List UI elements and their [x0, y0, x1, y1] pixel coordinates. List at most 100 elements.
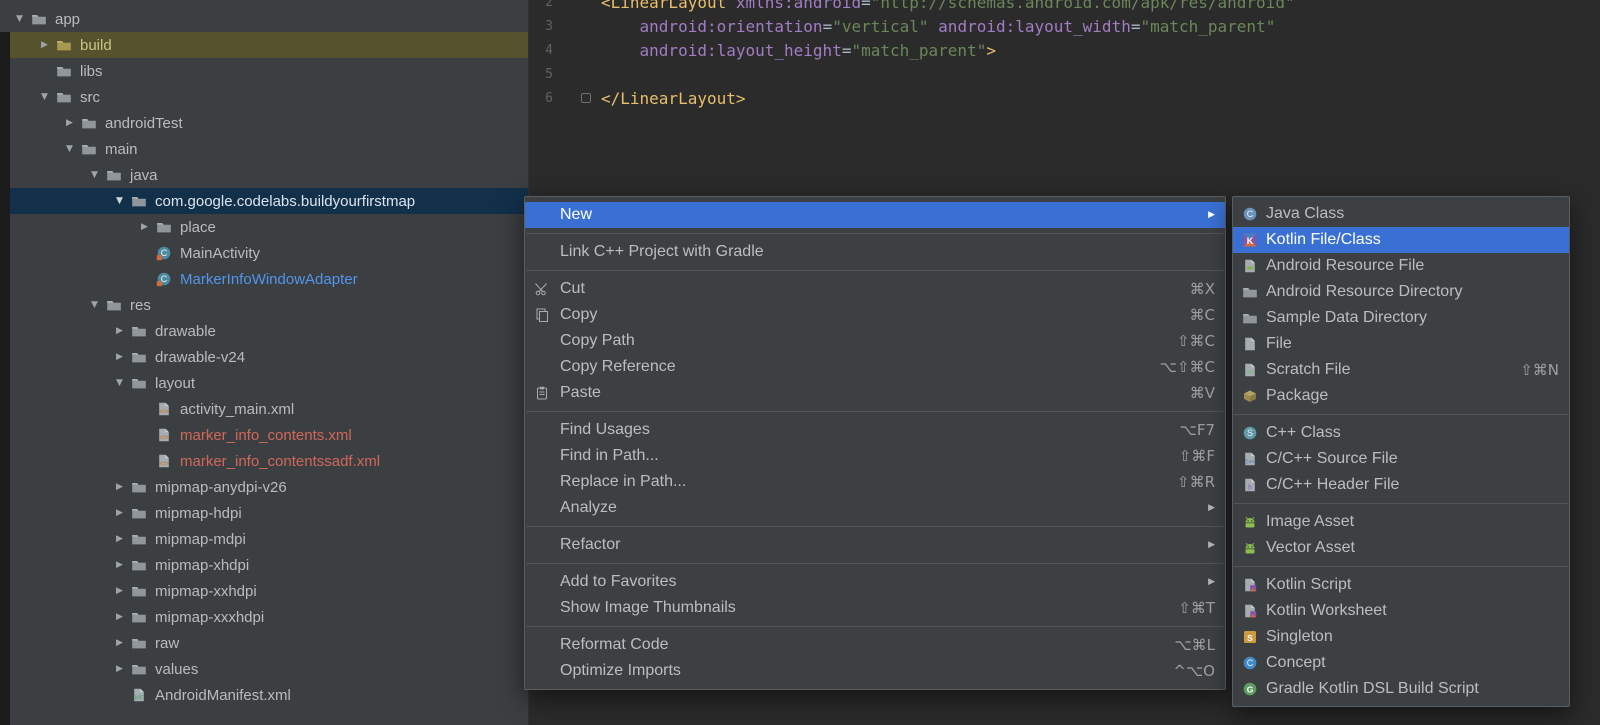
context-menu-item-find-usages[interactable]: Find Usages⌥F7: [525, 417, 1225, 443]
menu-item-label: Sample Data Directory: [1266, 309, 1427, 327]
tree-item-label: AndroidManifest.xml: [155, 687, 291, 704]
folder-icon: [131, 531, 153, 547]
context-menu-item-reformat-code[interactable]: Reformat Code⌥⌘L: [525, 632, 1225, 658]
tree-item-mainactivity[interactable]: CMainActivity: [0, 240, 528, 266]
menu-item-label: Add to Favorites: [560, 573, 677, 591]
tree-item-app[interactable]: ▼app: [0, 6, 528, 32]
tree-item-raw[interactable]: ▶raw: [0, 630, 528, 656]
submenu-item-kotlin-script[interactable]: Kotlin Script: [1233, 572, 1569, 598]
submenu-item-concept[interactable]: CConcept: [1233, 650, 1569, 676]
context-menu-item-new[interactable]: New▶: [525, 202, 1225, 228]
submenu-item-gradle-kotlin-dsl-build-script[interactable]: G Gradle Kotlin DSL Build Script: [1233, 676, 1569, 702]
context-menu-item-replace-in-path[interactable]: Replace in Path...⇧⌘R: [525, 469, 1225, 495]
tree-item-mipmap-xxhdpi[interactable]: ▶mipmap-xxhdpi: [0, 578, 528, 604]
tree-expand-arrow-icon[interactable]: ▶: [108, 534, 131, 544]
tree-expand-arrow-icon[interactable]: ▶: [33, 40, 56, 50]
tree-item-layout[interactable]: ▼layout: [0, 370, 528, 396]
tree-collapse-arrow-icon[interactable]: ▼: [83, 170, 106, 180]
context-menu-item-find-in-path[interactable]: Find in Path... ⇧⌘F: [525, 443, 1225, 469]
context-menu-item-show-image-thumbnails[interactable]: Show Image Thumbnails⇧⌘T: [525, 595, 1225, 621]
tree-item-libs[interactable]: libs: [0, 58, 528, 84]
tree-item-res[interactable]: ▼res: [0, 292, 528, 318]
context-menu-item-add-to-favorites[interactable]: Add to Favorites▶: [525, 569, 1225, 595]
context-menu-item-paste[interactable]: Paste⌘V: [525, 380, 1225, 406]
tree-collapse-arrow-icon[interactable]: ▼: [33, 92, 56, 102]
submenu-item-singleton[interactable]: SSingleton: [1233, 624, 1569, 650]
tree-expand-arrow-icon[interactable]: ▶: [108, 586, 131, 596]
fold-marker-icon[interactable]: [553, 86, 601, 110]
tree-item-androidmanifest-xml[interactable]: MFAndroidManifest.xml: [0, 682, 528, 708]
tree-item-mipmap-hdpi[interactable]: ▶mipmap-hdpi: [0, 500, 528, 526]
submenu-item-c-class[interactable]: SC++ Class: [1233, 420, 1569, 446]
editor-line[interactable]: 4 android:layout_height="match_parent">: [529, 38, 1600, 62]
tree-item-place[interactable]: ▶place: [0, 214, 528, 240]
tree-item-mipmap-anydpi-v26[interactable]: ▶mipmap-anydpi-v26: [0, 474, 528, 500]
svg-text:G: G: [1247, 684, 1254, 694]
tree-item-com-google-codelabs-buildyourfirstmap[interactable]: ▼com.google.codelabs.buildyourfirstmap: [0, 188, 528, 214]
submenu-item-c-c-source-file[interactable]: C++C/C++ Source File: [1233, 446, 1569, 472]
menu-shortcut: ⇧⌘F: [1179, 447, 1215, 465]
tree-expand-arrow-icon[interactable]: ▶: [58, 118, 81, 128]
submenu-item-c-c-header-file[interactable]: hC/C++ Header File: [1233, 472, 1569, 498]
tree-item-drawable[interactable]: ▶drawable: [0, 318, 528, 344]
context-menu-item-optimize-imports[interactable]: Optimize Imports^⌥O: [525, 658, 1225, 684]
context-menu-item-analyze[interactable]: Analyze▶: [525, 495, 1225, 521]
menu-separator: [526, 563, 1224, 564]
tree-item-marker-info-contents-xml[interactable]: </>marker_info_contents.xml: [0, 422, 528, 448]
tree-collapse-arrow-icon[interactable]: ▼: [58, 144, 81, 154]
tree-item-mipmap-mdpi[interactable]: ▶mipmap-mdpi: [0, 526, 528, 552]
tree-item-mipmap-xxxhdpi[interactable]: ▶mipmap-xxxhdpi: [0, 604, 528, 630]
submenu-item-kotlin-worksheet[interactable]: Kotlin Worksheet: [1233, 598, 1569, 624]
tree-expand-arrow-icon[interactable]: ▶: [108, 638, 131, 648]
menu-shortcut: ⌥⇧⌘C: [1160, 358, 1215, 376]
tree-item-androidtest[interactable]: ▶androidTest: [0, 110, 528, 136]
submenu-item-kotlin-file-class[interactable]: KKotlin File/Class: [1233, 227, 1569, 253]
submenu-item-sample-data-directory[interactable]: Sample Data Directory: [1233, 305, 1569, 331]
tree-collapse-arrow-icon[interactable]: ▼: [83, 300, 106, 310]
tree-expand-arrow-icon[interactable]: ▶: [108, 352, 131, 362]
tree-item-main[interactable]: ▼main: [0, 136, 528, 162]
submenu-item-scratch-file[interactable]: Scratch File⇧⌘N: [1233, 357, 1569, 383]
submenu-item-package[interactable]: Package: [1233, 383, 1569, 409]
tree-collapse-arrow-icon[interactable]: ▼: [8, 14, 31, 24]
editor-line[interactable]: 6</LinearLayout>: [529, 86, 1600, 110]
tree-collapse-arrow-icon[interactable]: ▼: [108, 378, 131, 388]
menu-item-label: Gradle Kotlin DSL Build Script: [1266, 680, 1479, 698]
tree-item-activity-main-xml[interactable]: </>activity_main.xml: [0, 396, 528, 422]
context-menu-item-copy-path[interactable]: Copy Path⇧⌘C: [525, 328, 1225, 354]
tree-item-label: build: [80, 37, 112, 54]
submenu-item-java-class[interactable]: CJava Class: [1233, 201, 1569, 227]
editor-line[interactable]: 5: [529, 62, 1600, 86]
tree-expand-arrow-icon[interactable]: ▶: [108, 560, 131, 570]
context-menu-item-cut[interactable]: Cut⌘X: [525, 276, 1225, 302]
tree-expand-arrow-icon[interactable]: ▶: [108, 664, 131, 674]
tree-item-build[interactable]: ▶ build: [0, 32, 528, 58]
tree-expand-arrow-icon[interactable]: ▶: [108, 508, 131, 518]
submenu-item-file[interactable]: File: [1233, 331, 1569, 357]
submenu-item-vector-asset[interactable]: Vector Asset: [1233, 535, 1569, 561]
tree-item-java[interactable]: ▼java: [0, 162, 528, 188]
tree-item-mipmap-xhdpi[interactable]: ▶mipmap-xhdpi: [0, 552, 528, 578]
context-menu-item-link-c-project-with-gradle[interactable]: Link C++ Project with Gradle: [525, 239, 1225, 265]
tree-expand-arrow-icon[interactable]: ▶: [108, 326, 131, 336]
menu-item-label: Find in Path...: [560, 447, 659, 465]
tree-item-markerinfowindowadapter[interactable]: CMarkerInfoWindowAdapter: [0, 266, 528, 292]
tree-expand-arrow-icon[interactable]: ▶: [108, 612, 131, 622]
submenu-item-android-resource-file[interactable]: Android Resource File: [1233, 253, 1569, 279]
context-menu-item-copy-reference[interactable]: Copy Reference⌥⇧⌘C: [525, 354, 1225, 380]
editor-line[interactable]: 3 android:orientation="vertical" android…: [529, 14, 1600, 38]
menu-item-label: Kotlin Script: [1266, 576, 1351, 594]
tree-collapse-arrow-icon[interactable]: ▼: [108, 196, 131, 206]
tree-item-values[interactable]: ▶values: [0, 656, 528, 682]
editor-line[interactable]: 2<LinearLayout xmlns:android="http://sch…: [529, 0, 1600, 14]
tree-item-marker-info-contentssadf-xml[interactable]: </>marker_info_contentssadf.xml: [0, 448, 528, 474]
folder-icon: [56, 89, 78, 105]
tree-item-src[interactable]: ▼src: [0, 84, 528, 110]
tree-expand-arrow-icon[interactable]: ▶: [133, 222, 156, 232]
tree-item-drawable-v24[interactable]: ▶drawable-v24: [0, 344, 528, 370]
context-menu-item-copy[interactable]: Copy⌘C: [525, 302, 1225, 328]
tree-expand-arrow-icon[interactable]: ▶: [108, 482, 131, 492]
submenu-item-android-resource-directory[interactable]: Android Resource Directory: [1233, 279, 1569, 305]
context-menu-item-refactor[interactable]: Refactor▶: [525, 532, 1225, 558]
submenu-item-image-asset[interactable]: Image Asset: [1233, 509, 1569, 535]
